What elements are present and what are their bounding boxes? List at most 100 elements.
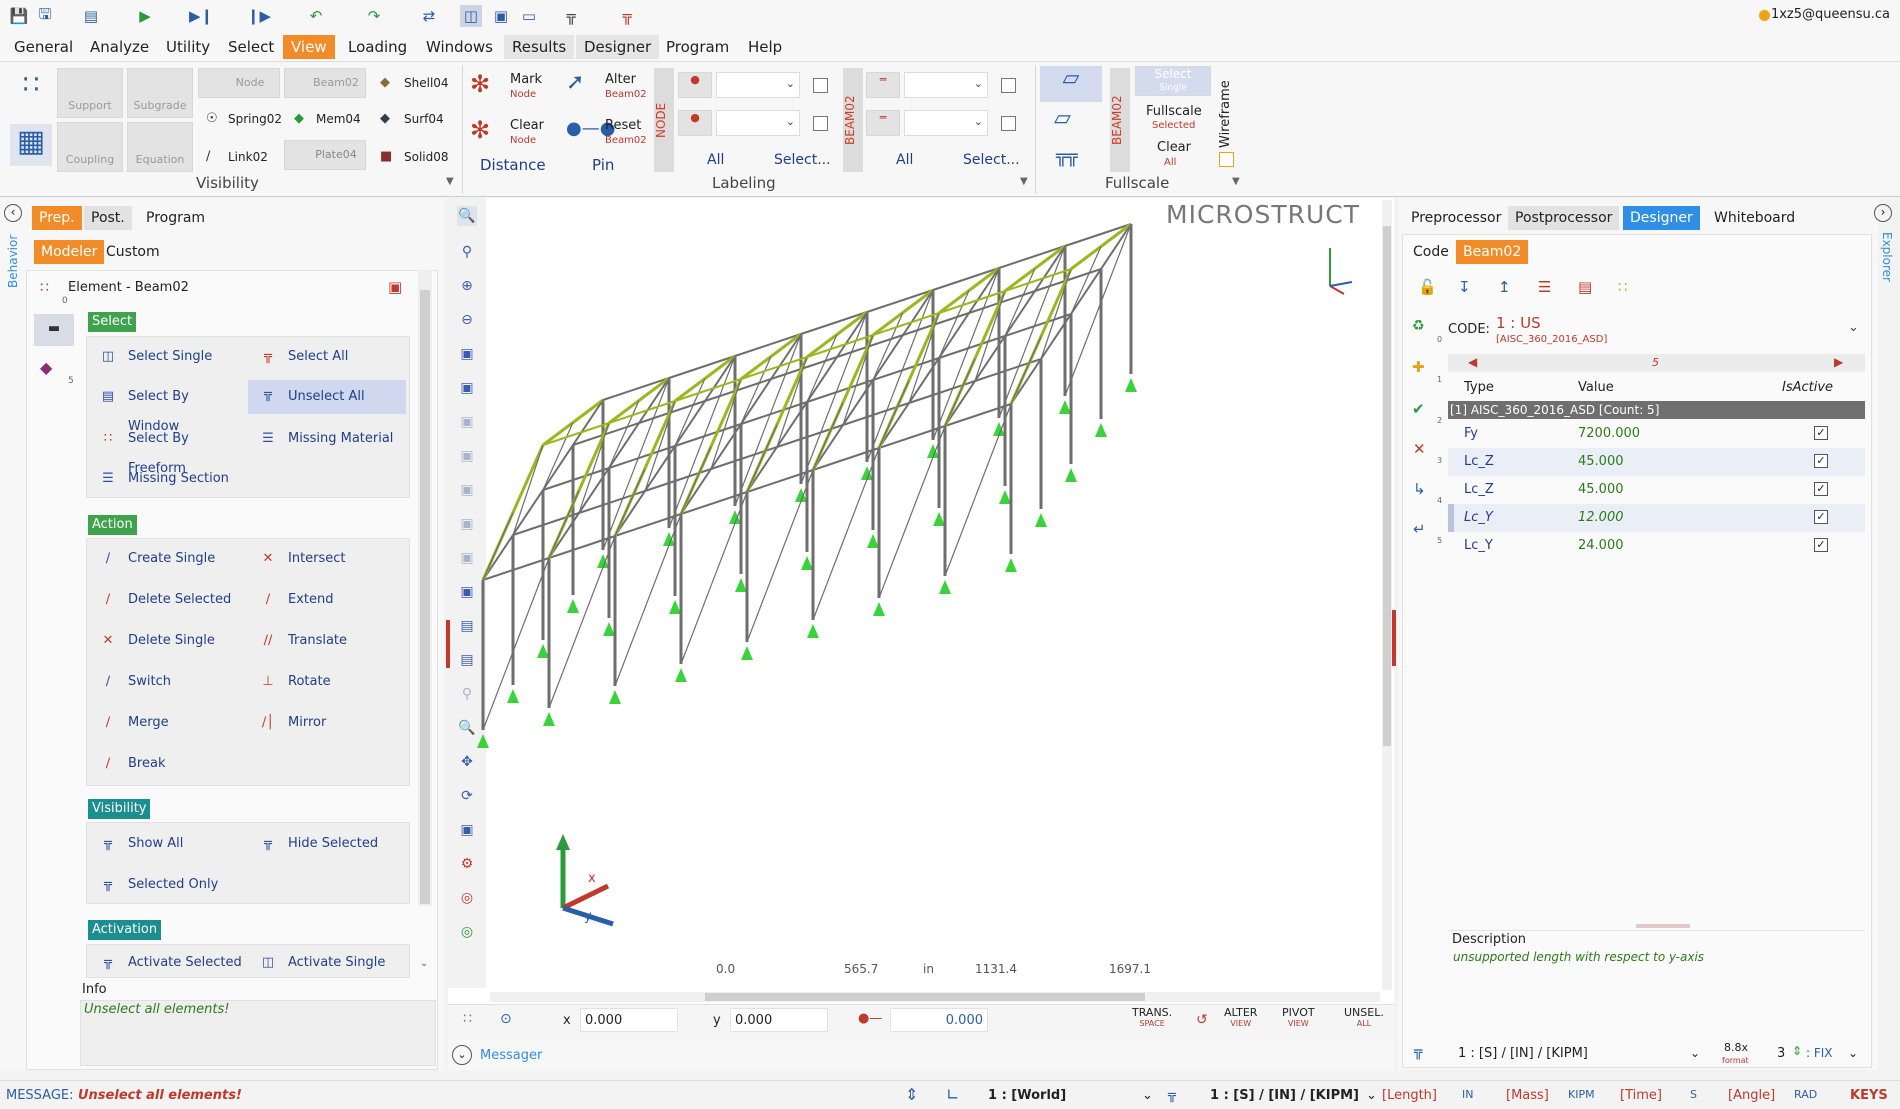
support-icon[interactable]	[1125, 378, 1137, 392]
menu-general[interactable]: General	[6, 35, 81, 59]
messager-toggle-icon[interactable]: ⌄	[452, 1045, 472, 1065]
tab-postprocessor[interactable]: Postprocessor	[1508, 206, 1620, 230]
frame-member[interactable]	[512, 444, 544, 536]
unselect-all-cmd[interactable]: ╦ Unselect All	[248, 380, 406, 414]
frame-member[interactable]	[614, 513, 682, 687]
frame-member[interactable]	[878, 425, 946, 599]
forward-icon[interactable]: ↳	[1413, 480, 1426, 498]
solid08-item[interactable]: Solid08	[404, 150, 449, 164]
save-icon[interactable]: 💾	[8, 5, 30, 27]
frame-member[interactable]	[806, 356, 838, 403]
grid-points-icon[interactable]: ∷	[10, 70, 52, 110]
check-icon[interactable]: ✔	[1412, 400, 1425, 418]
alter-beam-icon[interactable]: ➚	[566, 70, 584, 95]
splitter-handle[interactable]	[1636, 924, 1690, 928]
beam-checkbox-1[interactable]	[1001, 78, 1016, 93]
node-label-style-1[interactable]: ●	[678, 72, 712, 98]
clear-node-icon[interactable]: ✻	[470, 116, 490, 144]
frame-icon[interactable]: ╦	[560, 5, 582, 27]
status-units-select[interactable]: 1 : [S] / [IN] / [KIPM]	[1210, 1088, 1359, 1103]
import-icon[interactable]: ↧	[1458, 278, 1471, 296]
support-icon[interactable]	[1005, 558, 1017, 572]
camera-icon[interactable]: ▣	[490, 5, 512, 27]
support-icon[interactable]	[675, 668, 687, 682]
fix-chevron-down-icon[interactable]: ⌄	[1848, 1046, 1858, 1060]
collapse-right-icon[interactable]: ›	[1874, 204, 1892, 222]
support-icon[interactable]	[537, 644, 549, 658]
menu-designer[interactable]: Designer	[576, 35, 660, 59]
intersect-cmd[interactable]: ✕ Intersect	[248, 544, 406, 574]
add-icon[interactable]: ✚	[1412, 358, 1425, 376]
alter-label[interactable]: Alter	[605, 72, 636, 87]
messager-label[interactable]: Messager	[480, 1048, 542, 1063]
show-all-cmd[interactable]: ╦ Show All	[88, 829, 244, 859]
subtab-beam02[interactable]: Beam02	[1456, 240, 1529, 264]
support-icon[interactable]	[669, 600, 681, 614]
node-combo-2[interactable]: ⌄	[716, 110, 800, 136]
pin-label[interactable]: Pin	[592, 156, 614, 174]
frame-member[interactable]	[866, 289, 934, 313]
menu-program[interactable]: Program	[658, 35, 737, 59]
frame-member[interactable]	[812, 447, 880, 621]
grid-icon[interactable]: ∷	[1618, 278, 1628, 296]
explorer-side-tab[interactable]: Explorer	[1880, 232, 1894, 288]
frame-member[interactable]	[482, 557, 550, 731]
frame-member[interactable]	[512, 489, 544, 536]
beam-all-button[interactable]: All	[896, 152, 913, 168]
beam-element-icon[interactable]: ▬	[34, 314, 74, 346]
fullscale-section-icon[interactable]: ▱	[1054, 106, 1071, 131]
units-chevron-down-icon[interactable]: ⌄	[1690, 1046, 1700, 1060]
z-input[interactable]: 0.000	[890, 1008, 988, 1032]
support-icon[interactable]	[933, 512, 945, 526]
viewport-hscroll-thumb[interactable]	[705, 993, 1145, 1001]
fix-label[interactable]: : FIX	[1806, 1046, 1833, 1060]
precision-value[interactable]: 3	[1777, 1046, 1785, 1061]
row-active-checkbox[interactable]: ✓	[1814, 538, 1828, 552]
table-row[interactable]: Lc_Y 24.000 ✓	[1448, 532, 1865, 560]
node-select-button[interactable]: Select...	[774, 152, 831, 168]
beam-select-button[interactable]: Select...	[963, 152, 1020, 168]
mark-node-icon[interactable]: ✻	[470, 70, 490, 98]
y-input[interactable]: 0.000	[730, 1008, 828, 1032]
tab-whiteboard[interactable]: Whiteboard	[1707, 206, 1802, 230]
beam-label-style-2[interactable]: ═	[866, 110, 900, 136]
row-active-checkbox[interactable]: ✓	[1814, 454, 1828, 468]
rotate-cmd[interactable]: ⊥ Rotate	[248, 667, 406, 697]
frame-member[interactable]	[511, 444, 545, 514]
subtab-code[interactable]: Code	[1406, 240, 1456, 264]
node-button[interactable]: Node	[198, 68, 280, 98]
missing-material-cmd[interactable]: ☰ Missing Material	[248, 424, 406, 454]
frame-member[interactable]	[746, 469, 814, 643]
shell04-item[interactable]: Shell04	[404, 76, 449, 90]
left-scrollbar-thumb[interactable]	[420, 290, 430, 904]
delete-selected-cmd[interactable]: ∕ Delete Selected	[88, 585, 244, 615]
coupling-button[interactable]: Coupling	[57, 122, 123, 172]
beam-checkbox-2[interactable]	[1001, 116, 1016, 131]
close-icon[interactable]: ✕	[1413, 440, 1426, 458]
row-active-checkbox[interactable]: ✓	[1814, 510, 1828, 524]
frame-member[interactable]	[680, 491, 748, 665]
menu-windows[interactable]: Windows	[418, 35, 501, 59]
behavior-side-tab[interactable]: Behavior	[6, 232, 20, 288]
table-row[interactable]: Fy 7200.000 ✓	[1448, 420, 1865, 448]
plate04-button[interactable]: Plate04	[284, 140, 366, 170]
fullscale-clear-label[interactable]: Clear	[1157, 140, 1191, 155]
frame-member[interactable]	[542, 467, 610, 491]
distance-label[interactable]: Distance	[480, 156, 546, 174]
frame-member[interactable]	[734, 333, 802, 357]
grip-icon[interactable]: ∷	[463, 1011, 472, 1027]
swap-icon[interactable]: ⇄	[418, 5, 440, 27]
expand-visibility-icon[interactable]: ▼	[446, 176, 454, 187]
activate-selected-cmd[interactable]: ╦ Activate Selected	[88, 950, 244, 976]
frame-member[interactable]	[1070, 268, 1102, 315]
frame-member[interactable]	[572, 398, 604, 424]
run-icon[interactable]: ▶	[134, 5, 156, 27]
frame-member[interactable]	[482, 512, 514, 581]
table-row[interactable]: Lc_Z 45.000 ✓	[1448, 476, 1865, 504]
support-icon[interactable]	[543, 712, 555, 726]
subgrade-button[interactable]: Subgrade	[127, 68, 193, 118]
support-icon[interactable]	[741, 646, 753, 660]
group-header[interactable]: [1] AISC_360_2016_ASD [Count: 5]	[1448, 401, 1865, 419]
table-icon[interactable]: ▤	[1578, 278, 1592, 296]
clear-label[interactable]: Clear	[510, 118, 544, 133]
